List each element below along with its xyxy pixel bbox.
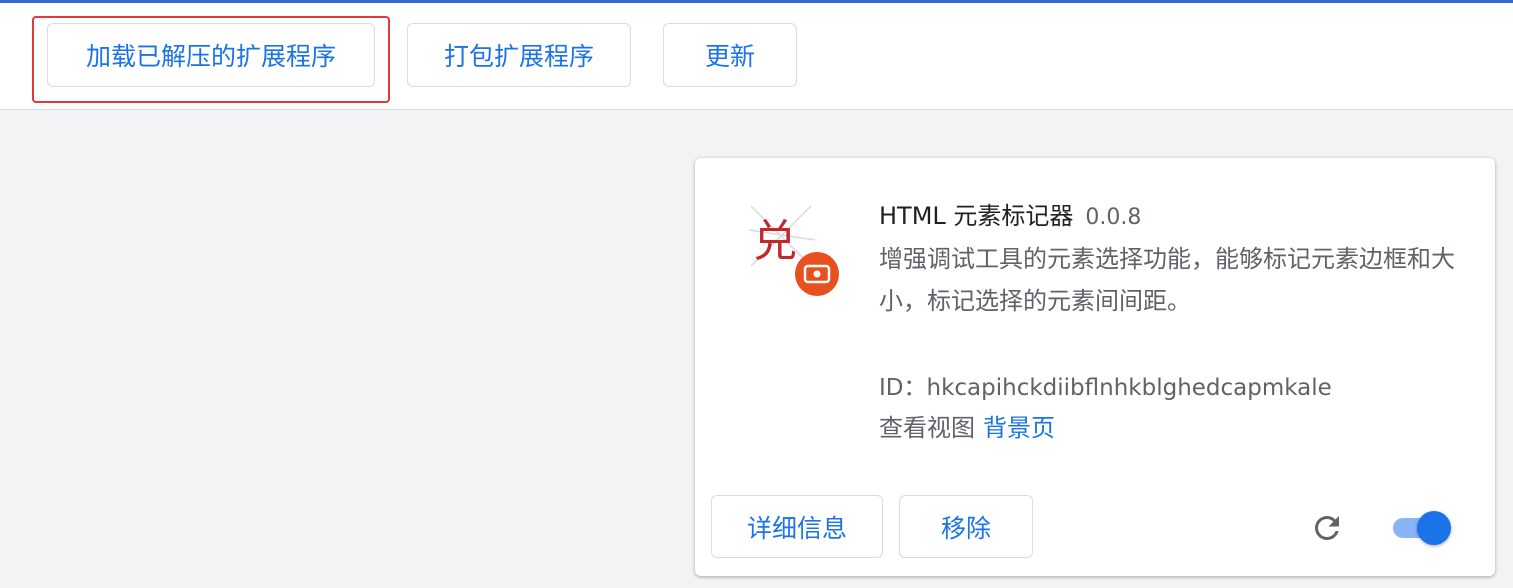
extension-title: HTML 元素标记器 0.0.8 bbox=[879, 196, 1141, 231]
background-page-link[interactable]: 背景页 bbox=[983, 414, 1055, 442]
extension-card: 兑 HTML 元素标记器 0.0.8 增强调试工具的元素选择功能，能够标记元素边框… bbox=[695, 158, 1495, 576]
svg-text:兑: 兑 bbox=[753, 216, 797, 267]
load-unpacked-button[interactable]: 加载已解压的扩展程序 bbox=[47, 23, 375, 87]
extension-version: 0.0.8 bbox=[1085, 205, 1142, 230]
details-button[interactable]: 详细信息 bbox=[711, 495, 883, 558]
update-button[interactable]: 更新 bbox=[663, 23, 797, 87]
extension-id: ID：hkcapihckdiibflnhkblghedcapmkale bbox=[879, 375, 1332, 401]
extension-name: HTML 元素标记器 bbox=[879, 202, 1074, 230]
reload-icon[interactable] bbox=[1309, 510, 1345, 546]
extension-description: 增强调试工具的元素选择功能，能够标记元素边框和大小，标记选择的元素间间距。 bbox=[879, 245, 1455, 315]
developer-toolbar: 加载已解压的扩展程序 打包扩展程序 更新 bbox=[0, 3, 1513, 110]
extension-icon: 兑 bbox=[745, 200, 841, 296]
enable-toggle[interactable] bbox=[1391, 511, 1455, 545]
toggle-knob bbox=[1417, 511, 1451, 545]
inspect-views-label: 查看视图 bbox=[879, 414, 975, 442]
pack-extension-button[interactable]: 打包扩展程序 bbox=[407, 23, 631, 87]
inspect-views: 查看视图 背景页 bbox=[879, 408, 1055, 443]
remove-button[interactable]: 移除 bbox=[899, 495, 1033, 558]
